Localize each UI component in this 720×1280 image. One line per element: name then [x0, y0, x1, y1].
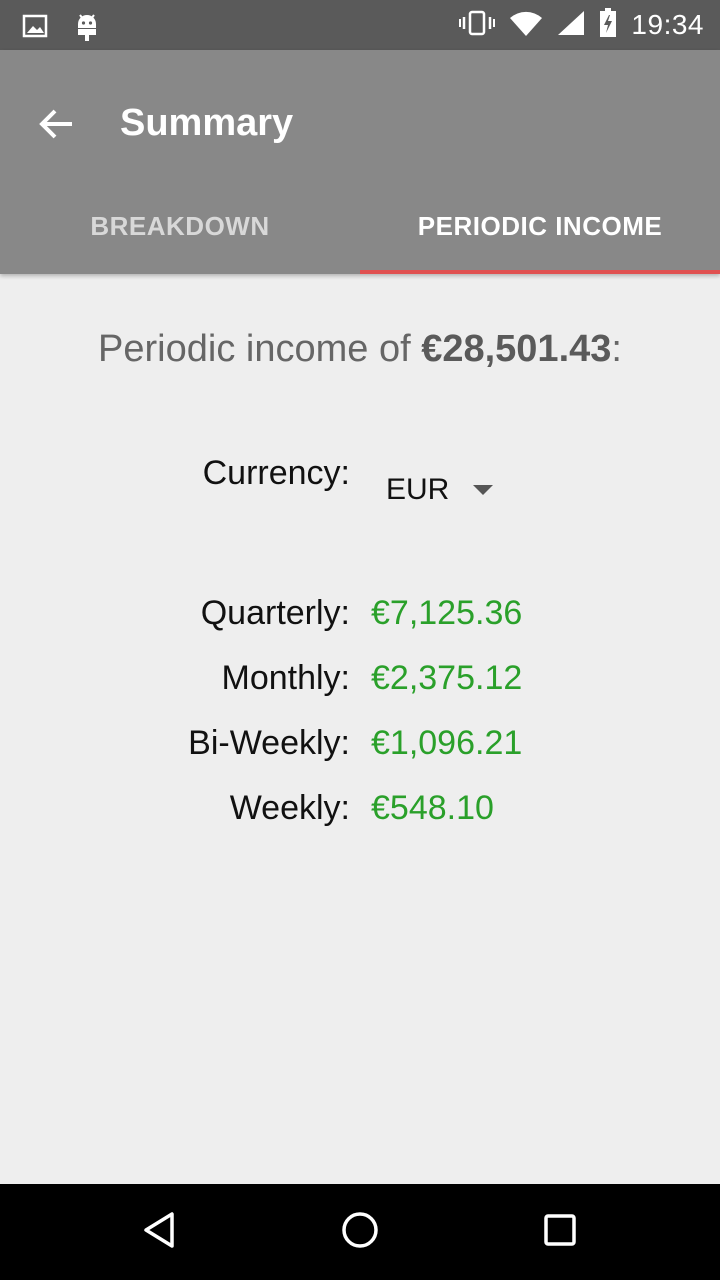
period-amount: €548.10 [371, 789, 494, 827]
image-icon [22, 13, 48, 44]
summary-prefix: Periodic income of [98, 328, 422, 370]
signal-icon [557, 10, 585, 41]
period-row-weekly: Weekly: €548.10 [0, 789, 720, 854]
period-amount: €1,096.21 [371, 724, 523, 762]
summary-total: €28,501.43 [421, 328, 612, 370]
tab-label: PERIODIC INCOME [417, 210, 663, 241]
period-row-quarterly: Quarterly: €7,125.36 [0, 594, 720, 659]
currency-value: EUR [386, 473, 450, 506]
arrow-back-icon [38, 108, 74, 145]
main-content: Periodic income of €28,501.43: Currency:… [0, 274, 720, 1184]
summary-suffix: : [611, 328, 622, 370]
period-label: Bi-Weekly: [188, 724, 350, 762]
dropdown-arrow-icon [473, 485, 494, 495]
period-row-bi-weekly: Bi-Weekly: €1,096.21 [0, 724, 720, 789]
currency-dropdown[interactable]: EUR [386, 468, 496, 512]
android-debug-icon [74, 10, 100, 47]
wifi-icon [509, 10, 543, 41]
period-amount: €7,125.36 [371, 594, 523, 632]
nav-home-button[interactable] [330, 1202, 390, 1262]
back-triangle-icon [140, 1210, 180, 1255]
recents-square-icon [540, 1210, 580, 1255]
period-label: Quarterly: [200, 594, 350, 632]
period-amount: €2,375.12 [371, 659, 523, 697]
nav-recents-button[interactable] [530, 1202, 590, 1262]
nav-back-button[interactable] [130, 1202, 190, 1262]
tab-bar: BREAKDOWN PERIODIC INCOME [0, 178, 720, 274]
system-nav-bar [0, 1184, 720, 1280]
vibrate-icon [459, 10, 496, 41]
income-summary: Periodic income of €28,501.43: [0, 328, 720, 371]
status-bar: 19:34 [0, 0, 720, 50]
app-bar: Summary BREAKDOWN PERIODIC INCOME [0, 50, 720, 274]
tab-periodic-income[interactable]: PERIODIC INCOME [360, 178, 720, 274]
period-list: Quarterly: €7,125.36 Monthly: €2,375.12 … [0, 594, 720, 854]
status-time: 19:34 [631, 9, 704, 40]
period-label: Monthly: [221, 659, 351, 697]
tab-label: BREAKDOWN [90, 210, 270, 241]
page-title: Summary [120, 102, 294, 144]
home-circle-icon [340, 1210, 380, 1255]
currency-label: Currency: [202, 454, 350, 492]
back-button[interactable] [26, 96, 86, 156]
period-row-monthly: Monthly: €2,375.12 [0, 659, 720, 724]
tab-breakdown[interactable]: BREAKDOWN [0, 178, 360, 274]
battery-charging-icon [599, 7, 617, 43]
period-label: Weekly: [229, 789, 350, 827]
